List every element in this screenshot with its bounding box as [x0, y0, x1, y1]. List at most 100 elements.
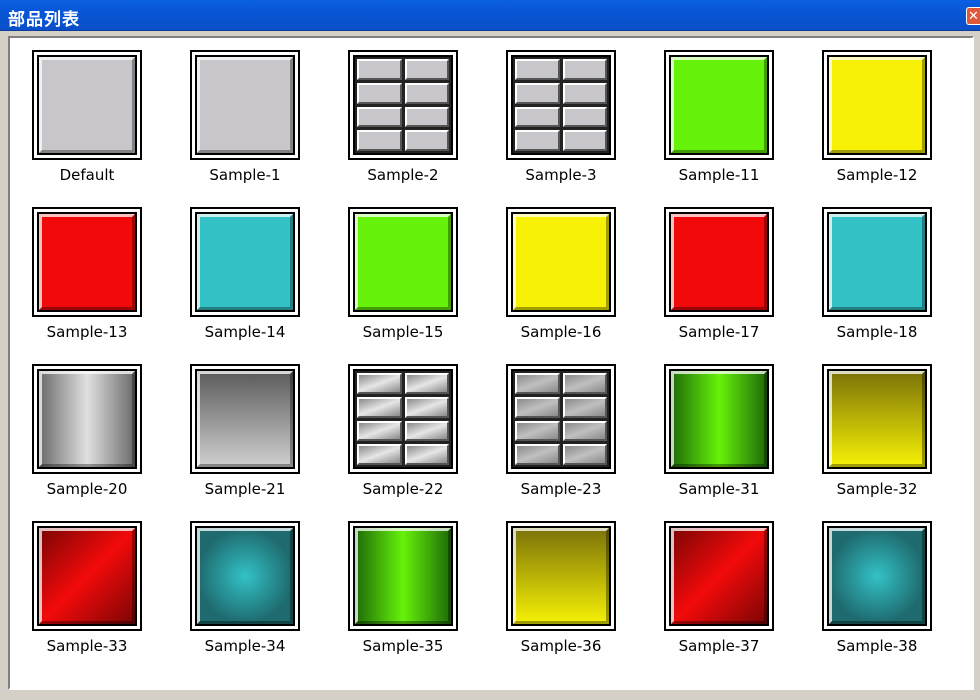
- part-item[interactable]: Sample-12: [807, 50, 947, 184]
- part-swatch-face: [669, 369, 769, 469]
- part-swatch: [190, 50, 300, 160]
- part-label: Sample-23: [520, 480, 602, 498]
- part-swatch: [348, 207, 458, 317]
- part-item[interactable]: Sample-20: [17, 364, 157, 498]
- part-label: Sample-16: [520, 323, 602, 341]
- part-swatch: [348, 364, 458, 474]
- part-swatch: [190, 364, 300, 474]
- part-label: Sample-21: [204, 480, 286, 498]
- part-swatch: [822, 50, 932, 160]
- part-swatch: [348, 521, 458, 631]
- part-label: Sample-2: [367, 166, 439, 184]
- part-swatch: [822, 207, 932, 317]
- part-swatch-face: [827, 212, 927, 312]
- part-item[interactable]: Sample-3: [491, 50, 631, 184]
- part-swatch-face: [37, 369, 137, 469]
- part-item[interactable]: Sample-11: [649, 50, 789, 184]
- part-swatch-face: [37, 212, 137, 312]
- part-swatch: [664, 207, 774, 317]
- part-label: Sample-31: [678, 480, 760, 498]
- part-swatch-face: [511, 369, 611, 469]
- part-swatch: [506, 364, 616, 474]
- part-label: Default: [59, 166, 115, 184]
- part-swatch-face: [353, 212, 453, 312]
- part-item[interactable]: Sample-32: [807, 364, 947, 498]
- part-label: Sample-34: [204, 637, 286, 655]
- part-swatch-face: [195, 55, 295, 155]
- part-item[interactable]: Sample-18: [807, 207, 947, 341]
- part-swatch-face: [511, 212, 611, 312]
- part-swatch: [32, 50, 142, 160]
- part-item[interactable]: Sample-35: [333, 521, 473, 655]
- part-swatch: [664, 521, 774, 631]
- part-label: Sample-35: [362, 637, 444, 655]
- title-bar[interactable]: 部品列表 ✕: [0, 0, 980, 31]
- part-label: Sample-32: [836, 480, 918, 498]
- part-swatch: [664, 364, 774, 474]
- part-swatch: [822, 364, 932, 474]
- part-item[interactable]: Sample-1: [175, 50, 315, 184]
- part-swatch: [506, 521, 616, 631]
- part-label: Sample-18: [836, 323, 918, 341]
- part-swatch-face: [511, 55, 611, 155]
- part-swatch: [348, 50, 458, 160]
- part-item[interactable]: Sample-21: [175, 364, 315, 498]
- part-label: Sample-36: [520, 637, 602, 655]
- part-item[interactable]: Sample-31: [649, 364, 789, 498]
- part-swatch-face: [669, 55, 769, 155]
- part-label: Sample-17: [678, 323, 760, 341]
- part-swatch: [822, 521, 932, 631]
- part-swatch: [506, 207, 616, 317]
- part-label: Sample-20: [46, 480, 128, 498]
- parts-list-window: 部品列表 ✕ Default Sample-1 Sample-2 Sample-3 Sa…: [0, 0, 980, 700]
- part-label: Sample-13: [46, 323, 128, 341]
- part-swatch-face: [669, 526, 769, 626]
- part-swatch: [190, 521, 300, 631]
- part-label: Sample-33: [46, 637, 128, 655]
- part-item[interactable]: Sample-23: [491, 364, 631, 498]
- part-item[interactable]: Sample-38: [807, 521, 947, 655]
- part-swatch-face: [353, 369, 453, 469]
- part-swatch-face: [37, 526, 137, 626]
- part-item[interactable]: Sample-13: [17, 207, 157, 341]
- part-item[interactable]: Sample-34: [175, 521, 315, 655]
- part-swatch-face: [195, 369, 295, 469]
- part-swatch: [32, 521, 142, 631]
- part-item[interactable]: Default: [17, 50, 157, 184]
- part-label: Sample-37: [678, 637, 760, 655]
- part-swatch-face: [37, 55, 137, 155]
- part-item[interactable]: Sample-15: [333, 207, 473, 341]
- part-item[interactable]: Sample-14: [175, 207, 315, 341]
- part-item[interactable]: Sample-17: [649, 207, 789, 341]
- part-item[interactable]: Sample-2: [333, 50, 473, 184]
- part-label: Sample-38: [836, 637, 918, 655]
- part-swatch: [190, 207, 300, 317]
- part-label: Sample-12: [836, 166, 918, 184]
- part-swatch-face: [195, 212, 295, 312]
- part-item[interactable]: Sample-22: [333, 364, 473, 498]
- part-label: Sample-11: [678, 166, 760, 184]
- part-swatch-face: [827, 55, 927, 155]
- parts-list-panel: Default Sample-1 Sample-2 Sample-3 Sample-11…: [8, 36, 974, 690]
- close-button[interactable]: ✕: [966, 7, 980, 25]
- part-label: Sample-1: [209, 166, 281, 184]
- part-swatch-face: [669, 212, 769, 312]
- part-swatch-face: [353, 55, 453, 155]
- part-item[interactable]: Sample-33: [17, 521, 157, 655]
- part-swatch: [32, 364, 142, 474]
- part-item[interactable]: Sample-16: [491, 207, 631, 341]
- part-swatch-face: [195, 526, 295, 626]
- part-swatch: [506, 50, 616, 160]
- part-swatch-face: [827, 369, 927, 469]
- part-swatch-face: [353, 526, 453, 626]
- part-swatch: [664, 50, 774, 160]
- part-swatch-face: [511, 526, 611, 626]
- window-title: 部品列表: [8, 10, 80, 30]
- part-label: Sample-22: [362, 480, 444, 498]
- part-swatch-face: [827, 526, 927, 626]
- part-item[interactable]: Sample-37: [649, 521, 789, 655]
- part-label: Sample-15: [362, 323, 444, 341]
- part-swatch: [32, 207, 142, 317]
- part-item[interactable]: Sample-36: [491, 521, 631, 655]
- part-label: Sample-3: [525, 166, 597, 184]
